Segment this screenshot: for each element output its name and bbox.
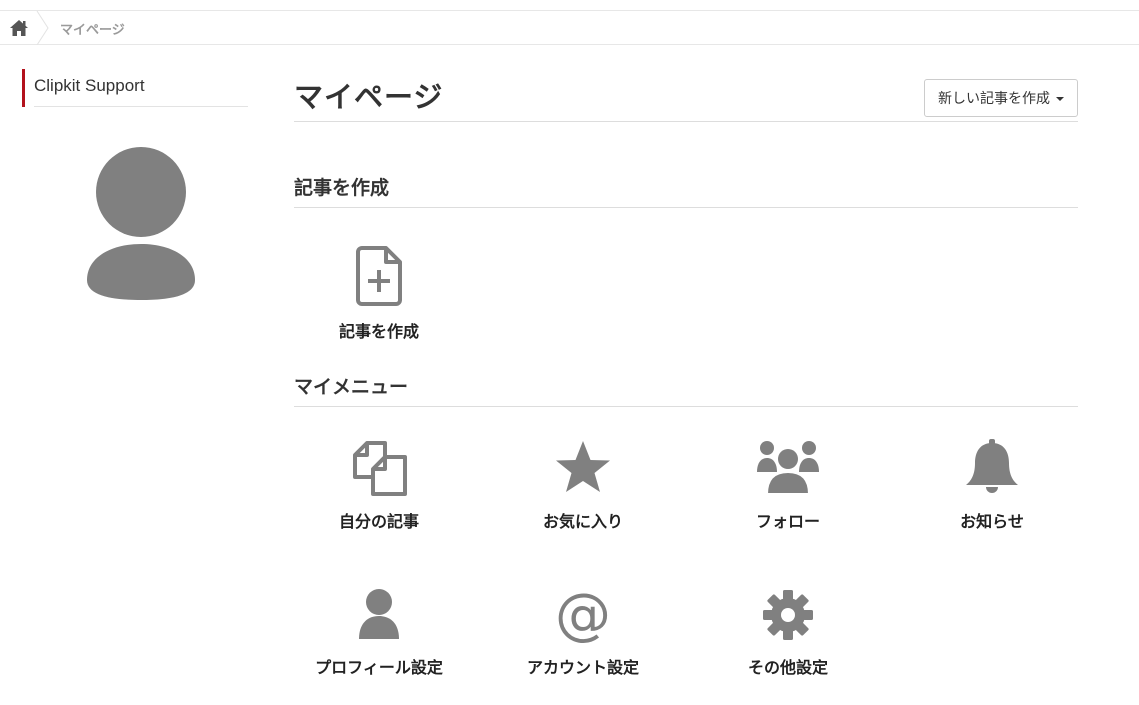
breadcrumb: マイページ xyxy=(0,10,1139,46)
tile-my-articles[interactable]: 自分の記事 xyxy=(294,439,464,532)
section-divider-create xyxy=(294,207,1078,208)
gear-icon xyxy=(758,585,818,643)
tile-label: その他設定 xyxy=(747,658,828,677)
file-plus-icon xyxy=(354,246,404,306)
tile-notifications[interactable]: お知らせ xyxy=(907,439,1077,532)
tile-favorites[interactable]: お気に入り xyxy=(498,439,668,532)
tile-label: プロフィール設定 xyxy=(315,658,443,677)
sidebar-site-link[interactable]: Clipkit Support xyxy=(22,69,248,107)
tile-label: お知らせ xyxy=(960,512,1024,531)
copy-icon xyxy=(349,439,409,497)
tile-other-settings[interactable]: その他設定 xyxy=(703,585,873,678)
page-title: マイページ xyxy=(294,80,444,114)
bell-icon xyxy=(962,439,1022,497)
section-title-menu: マイメニュー xyxy=(294,376,409,398)
avatar-icon xyxy=(86,147,196,303)
sidebar-divider xyxy=(34,106,248,107)
tile-account-settings[interactable]: @ アカウント設定 xyxy=(498,582,668,678)
at-icon: @ xyxy=(553,582,613,647)
section-title-create: 記事を作成 xyxy=(294,177,390,199)
new-article-dropdown-button[interactable]: 新しい記事を作成 xyxy=(924,79,1078,117)
tile-label: アカウント設定 xyxy=(526,658,639,677)
sidebar: Clipkit Support xyxy=(22,69,248,300)
tile-label: フォロー xyxy=(755,512,820,531)
users-icon xyxy=(756,439,820,497)
tile-follow[interactable]: フォロー xyxy=(703,439,873,532)
caret-down-icon xyxy=(1056,97,1064,102)
tile-label: お気に入り xyxy=(542,512,623,531)
tile-label: 記事を作成 xyxy=(338,322,419,341)
title-divider xyxy=(294,121,1078,122)
svg-text:@: @ xyxy=(555,585,611,643)
tile-label: 自分の記事 xyxy=(338,512,419,531)
breadcrumb-separator xyxy=(36,10,50,46)
breadcrumb-current: マイページ xyxy=(60,23,125,38)
user-icon xyxy=(349,585,409,643)
page: マイページ Clipkit Support マイページ 新しい記事を作成 記事を… xyxy=(0,0,1139,705)
home-icon[interactable] xyxy=(8,17,30,39)
tile-create-article[interactable]: 記事を作成 xyxy=(294,246,464,342)
sidebar-site-name: Clipkit Support xyxy=(34,76,145,95)
tile-profile-settings[interactable]: プロフィール設定 xyxy=(294,585,464,678)
new-article-button-label: 新しい記事を作成 xyxy=(938,90,1050,106)
star-icon xyxy=(553,439,613,497)
section-divider-menu xyxy=(294,406,1078,407)
